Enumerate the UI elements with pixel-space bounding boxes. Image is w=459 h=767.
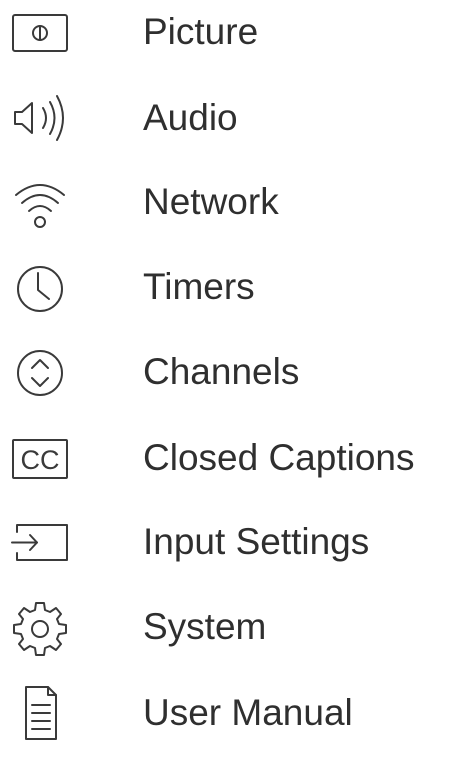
settings-menu: Picture Audio Network Timers Channels CC… (0, 0, 459, 740)
menu-item-input-settings[interactable]: Input Settings (0, 512, 459, 596)
menu-item-system[interactable]: System (0, 597, 459, 681)
closed-captions-icon-text: CC (21, 445, 60, 475)
menu-item-label: Input Settings (143, 521, 370, 562)
menu-item-user-manual[interactable]: User Manual (0, 683, 459, 767)
menu-item-picture[interactable]: Picture (0, 2, 459, 86)
menu-item-label: Closed Captions (143, 437, 415, 478)
gear-icon (10, 597, 70, 657)
menu-item-label: User Manual (143, 692, 353, 733)
wifi-icon (10, 172, 70, 232)
menu-item-label: Picture (143, 11, 259, 52)
document-icon (10, 683, 70, 743)
menu-item-audio[interactable]: Audio (0, 88, 459, 172)
menu-item-label: Channels (143, 351, 300, 392)
clock-icon (10, 257, 70, 317)
menu-item-timers[interactable]: Timers (0, 257, 459, 341)
speaker-icon (10, 88, 70, 148)
menu-item-network[interactable]: Network (0, 172, 459, 256)
input-icon (10, 512, 70, 572)
menu-item-closed-captions[interactable]: CC Closed Captions (0, 428, 459, 512)
closed-captions-icon: CC (10, 428, 70, 488)
menu-item-channels[interactable]: Channels (0, 342, 459, 426)
menu-item-label: Audio (143, 97, 238, 138)
menu-item-label: Timers (143, 266, 255, 307)
channel-up-down-icon (10, 342, 70, 402)
picture-icon (10, 2, 70, 62)
menu-item-label: System (143, 606, 267, 647)
menu-item-label: Network (143, 181, 279, 222)
